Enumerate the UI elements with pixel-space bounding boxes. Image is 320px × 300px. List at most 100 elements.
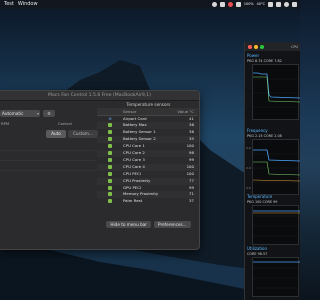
control-center-icon[interactable] <box>292 2 297 7</box>
sensor-column-header[interactable]: Sensor <box>123 108 171 116</box>
tray-temp[interactable]: 40°C <box>257 2 265 7</box>
sensor-row[interactable]: ≋ Airport Card 41 <box>97 115 198 122</box>
macs-fan-control-window: Macs Fan Control 1.5.6 Free (MacBookAir9… <box>0 90 200 250</box>
preset-select[interactable]: Automatic ▾ <box>0 110 40 117</box>
sensor-value: 71 <box>170 191 198 199</box>
sensor-row[interactable]: CPU Proximity 77 <box>97 177 198 185</box>
sensor-row[interactable]: Battery Max 36 <box>97 122 198 130</box>
sensor-value: 99 <box>189 156 194 162</box>
monitor-titlebar: CPU <box>245 42 300 51</box>
sensor-row[interactable]: CPU PECI 100 <box>97 171 198 178</box>
wifi-icon[interactable] <box>276 2 281 7</box>
utilization-section: Utilization CORE 96.57 <box>245 246 301 297</box>
monitor-title: CPU <box>291 44 298 49</box>
tray-stat-1: 100% <box>243 1 254 6</box>
cloud-icon[interactable] <box>235 2 241 7</box>
frequency-section: Frequency PKG 2.15 CORE 2.08 2.0 2.0 2.0 <box>245 128 301 195</box>
battery-icon[interactable] <box>268 2 273 7</box>
sensor-row[interactable]: CPU Core 4 100 <box>97 163 198 171</box>
sensor-value: 99 <box>189 184 194 190</box>
sensor-row[interactable]: CPU Core 3 99 <box>97 157 198 164</box>
sensor-row[interactable]: CPU Core 2 98 <box>97 150 198 157</box>
chip-icon <box>108 164 112 169</box>
sensor-name: CPU Proximity <box>123 177 171 185</box>
sensor-table: Sensor Value °C ≋ Airport Card 41 Battery M… <box>97 108 198 205</box>
menu-bar: Test Window 100% 40°C <box>0 0 300 9</box>
sensor-value: 36 <box>170 122 198 130</box>
chip-icon <box>108 157 112 162</box>
sensor-name: CPU Core 3 <box>123 156 145 162</box>
spotlight-icon[interactable] <box>284 2 289 7</box>
sensor-value: 100 <box>186 170 194 176</box>
sensor-value: 41 <box>189 115 194 121</box>
frequency-tick-2: 2.0 <box>246 166 251 170</box>
power-graph <box>252 64 300 120</box>
chip-icon <box>108 178 112 183</box>
sensor-name: Airport Card <box>123 115 147 121</box>
preset-toolbar: Automatic ▾ ⚙ <box>0 109 100 118</box>
sensor-name: CPU Core 4 <box>123 163 171 171</box>
sensor-name: Memory Proximity <box>123 191 171 199</box>
preferences-button[interactable]: Preferences... <box>154 220 191 228</box>
sensor-value: 77 <box>170 177 198 185</box>
temperature-graph <box>252 205 300 245</box>
tray-stats[interactable]: 100% <box>243 1 254 7</box>
value-column-header[interactable]: Value °C <box>170 108 198 116</box>
custom-button[interactable]: Custom... <box>68 130 98 138</box>
sensor-name: CPU Core 2 <box>123 150 171 157</box>
fan-header: RPM Control <box>0 121 95 127</box>
sensor-name: GPU PECI <box>123 184 142 190</box>
fan-row: Auto Custom... <box>0 129 98 139</box>
frequency-graph <box>252 139 300 195</box>
sensor-name: Battery Max <box>123 122 171 130</box>
sensor-row[interactable]: Memory Proximity 71 <box>97 191 198 199</box>
preset-value: Automatic <box>2 111 24 116</box>
sensor-value: 36 <box>189 129 194 135</box>
sensor-row[interactable]: GPU PECI 99 <box>97 185 198 192</box>
app-menu[interactable]: Test <box>4 0 14 9</box>
chip-icon <box>108 144 112 149</box>
sensor-row[interactable]: Battery Sensor 1 36 <box>97 129 198 136</box>
sensor-row[interactable]: Palm Rest 37 <box>97 198 198 205</box>
sensor-name: Battery Sensor 1 <box>123 129 156 135</box>
hide-to-menu-bar-button[interactable]: Hide to menu bar <box>106 220 152 228</box>
close-icon[interactable] <box>248 44 252 49</box>
system-monitor-panel: CPU Power PKG 8.74 CORE 7.82 Frequency P… <box>244 42 300 300</box>
frequency-tick-3: 2.0 <box>246 186 251 190</box>
sensor-row[interactable]: CPU Core 1 100 <box>97 143 198 150</box>
chip-icon <box>108 192 112 197</box>
auto-button[interactable]: Auto <box>46 130 66 138</box>
temperature-section: Temperature PKG 100 CORE 99 <box>245 194 301 245</box>
sensor-name: Battery Sensor 2 <box>123 136 171 144</box>
rpm-header: RPM <box>1 121 10 126</box>
sensor-value: 98 <box>170 150 198 157</box>
wifi-icon: ≋ <box>108 115 112 121</box>
zoom-icon[interactable] <box>260 44 264 49</box>
fan-list <box>0 141 95 249</box>
chip-icon <box>108 199 112 204</box>
sensor-name: CPU Core 1 <box>123 143 145 149</box>
sensor-value: 35 <box>170 136 198 144</box>
chip-icon <box>108 130 112 135</box>
sensor-value: 100 <box>186 143 194 149</box>
control-header: Control <box>58 121 72 126</box>
user-icon[interactable] <box>211 2 217 7</box>
frequency-tick-1: 2.0 <box>246 146 251 150</box>
notification-icon[interactable] <box>227 2 233 7</box>
minimize-icon[interactable] <box>254 44 258 49</box>
chip-icon <box>108 171 112 176</box>
sensor-name: Palm Rest <box>123 198 143 204</box>
window-footer: Hide to menu bar Preferences... <box>97 219 199 229</box>
status-tray: 100% 40°C <box>211 1 300 7</box>
sensor-row[interactable]: Battery Sensor 2 35 <box>97 136 198 144</box>
chevron-down-icon: ▾ <box>36 111 39 116</box>
power-section: Power PKG 8.74 CORE 7.82 <box>245 53 301 120</box>
window-title: Macs Fan Control 1.5.6 Free (MacBookAir9… <box>0 91 199 101</box>
sensor-name: CPU PECI <box>123 170 141 176</box>
preset-settings-button[interactable]: ⚙ <box>43 110 55 117</box>
utilization-graph <box>252 257 300 297</box>
window-menu[interactable]: Window <box>18 0 38 9</box>
app-icon[interactable] <box>219 2 225 7</box>
sensor-value: 100 <box>170 163 198 171</box>
chip-icon <box>108 151 112 156</box>
